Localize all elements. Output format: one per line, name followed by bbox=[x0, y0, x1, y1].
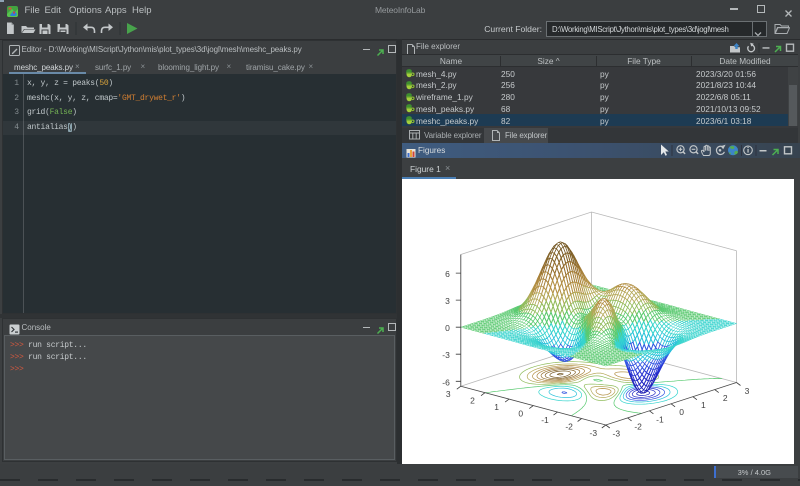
svg-text:0: 0 bbox=[445, 323, 450, 333]
svg-text:1: 1 bbox=[701, 400, 706, 410]
svg-text:-1: -1 bbox=[656, 414, 664, 424]
svg-text:-3: -3 bbox=[442, 350, 450, 360]
svg-text:-6: -6 bbox=[442, 377, 450, 387]
svg-text:6: 6 bbox=[445, 269, 450, 279]
svg-text:-2: -2 bbox=[565, 422, 573, 432]
svg-text:3: 3 bbox=[445, 296, 450, 306]
svg-text:3: 3 bbox=[745, 386, 750, 396]
svg-text:0: 0 bbox=[518, 409, 523, 419]
svg-text:0: 0 bbox=[679, 407, 684, 417]
svg-text:1: 1 bbox=[494, 402, 499, 412]
svg-text:-2: -2 bbox=[634, 421, 642, 431]
svg-text:2: 2 bbox=[723, 393, 728, 403]
svg-text:-3: -3 bbox=[613, 429, 621, 439]
svg-text:3: 3 bbox=[446, 389, 451, 399]
svg-text:-1: -1 bbox=[541, 415, 549, 425]
svg-text:2: 2 bbox=[470, 396, 475, 406]
svg-text:-3: -3 bbox=[590, 428, 598, 438]
